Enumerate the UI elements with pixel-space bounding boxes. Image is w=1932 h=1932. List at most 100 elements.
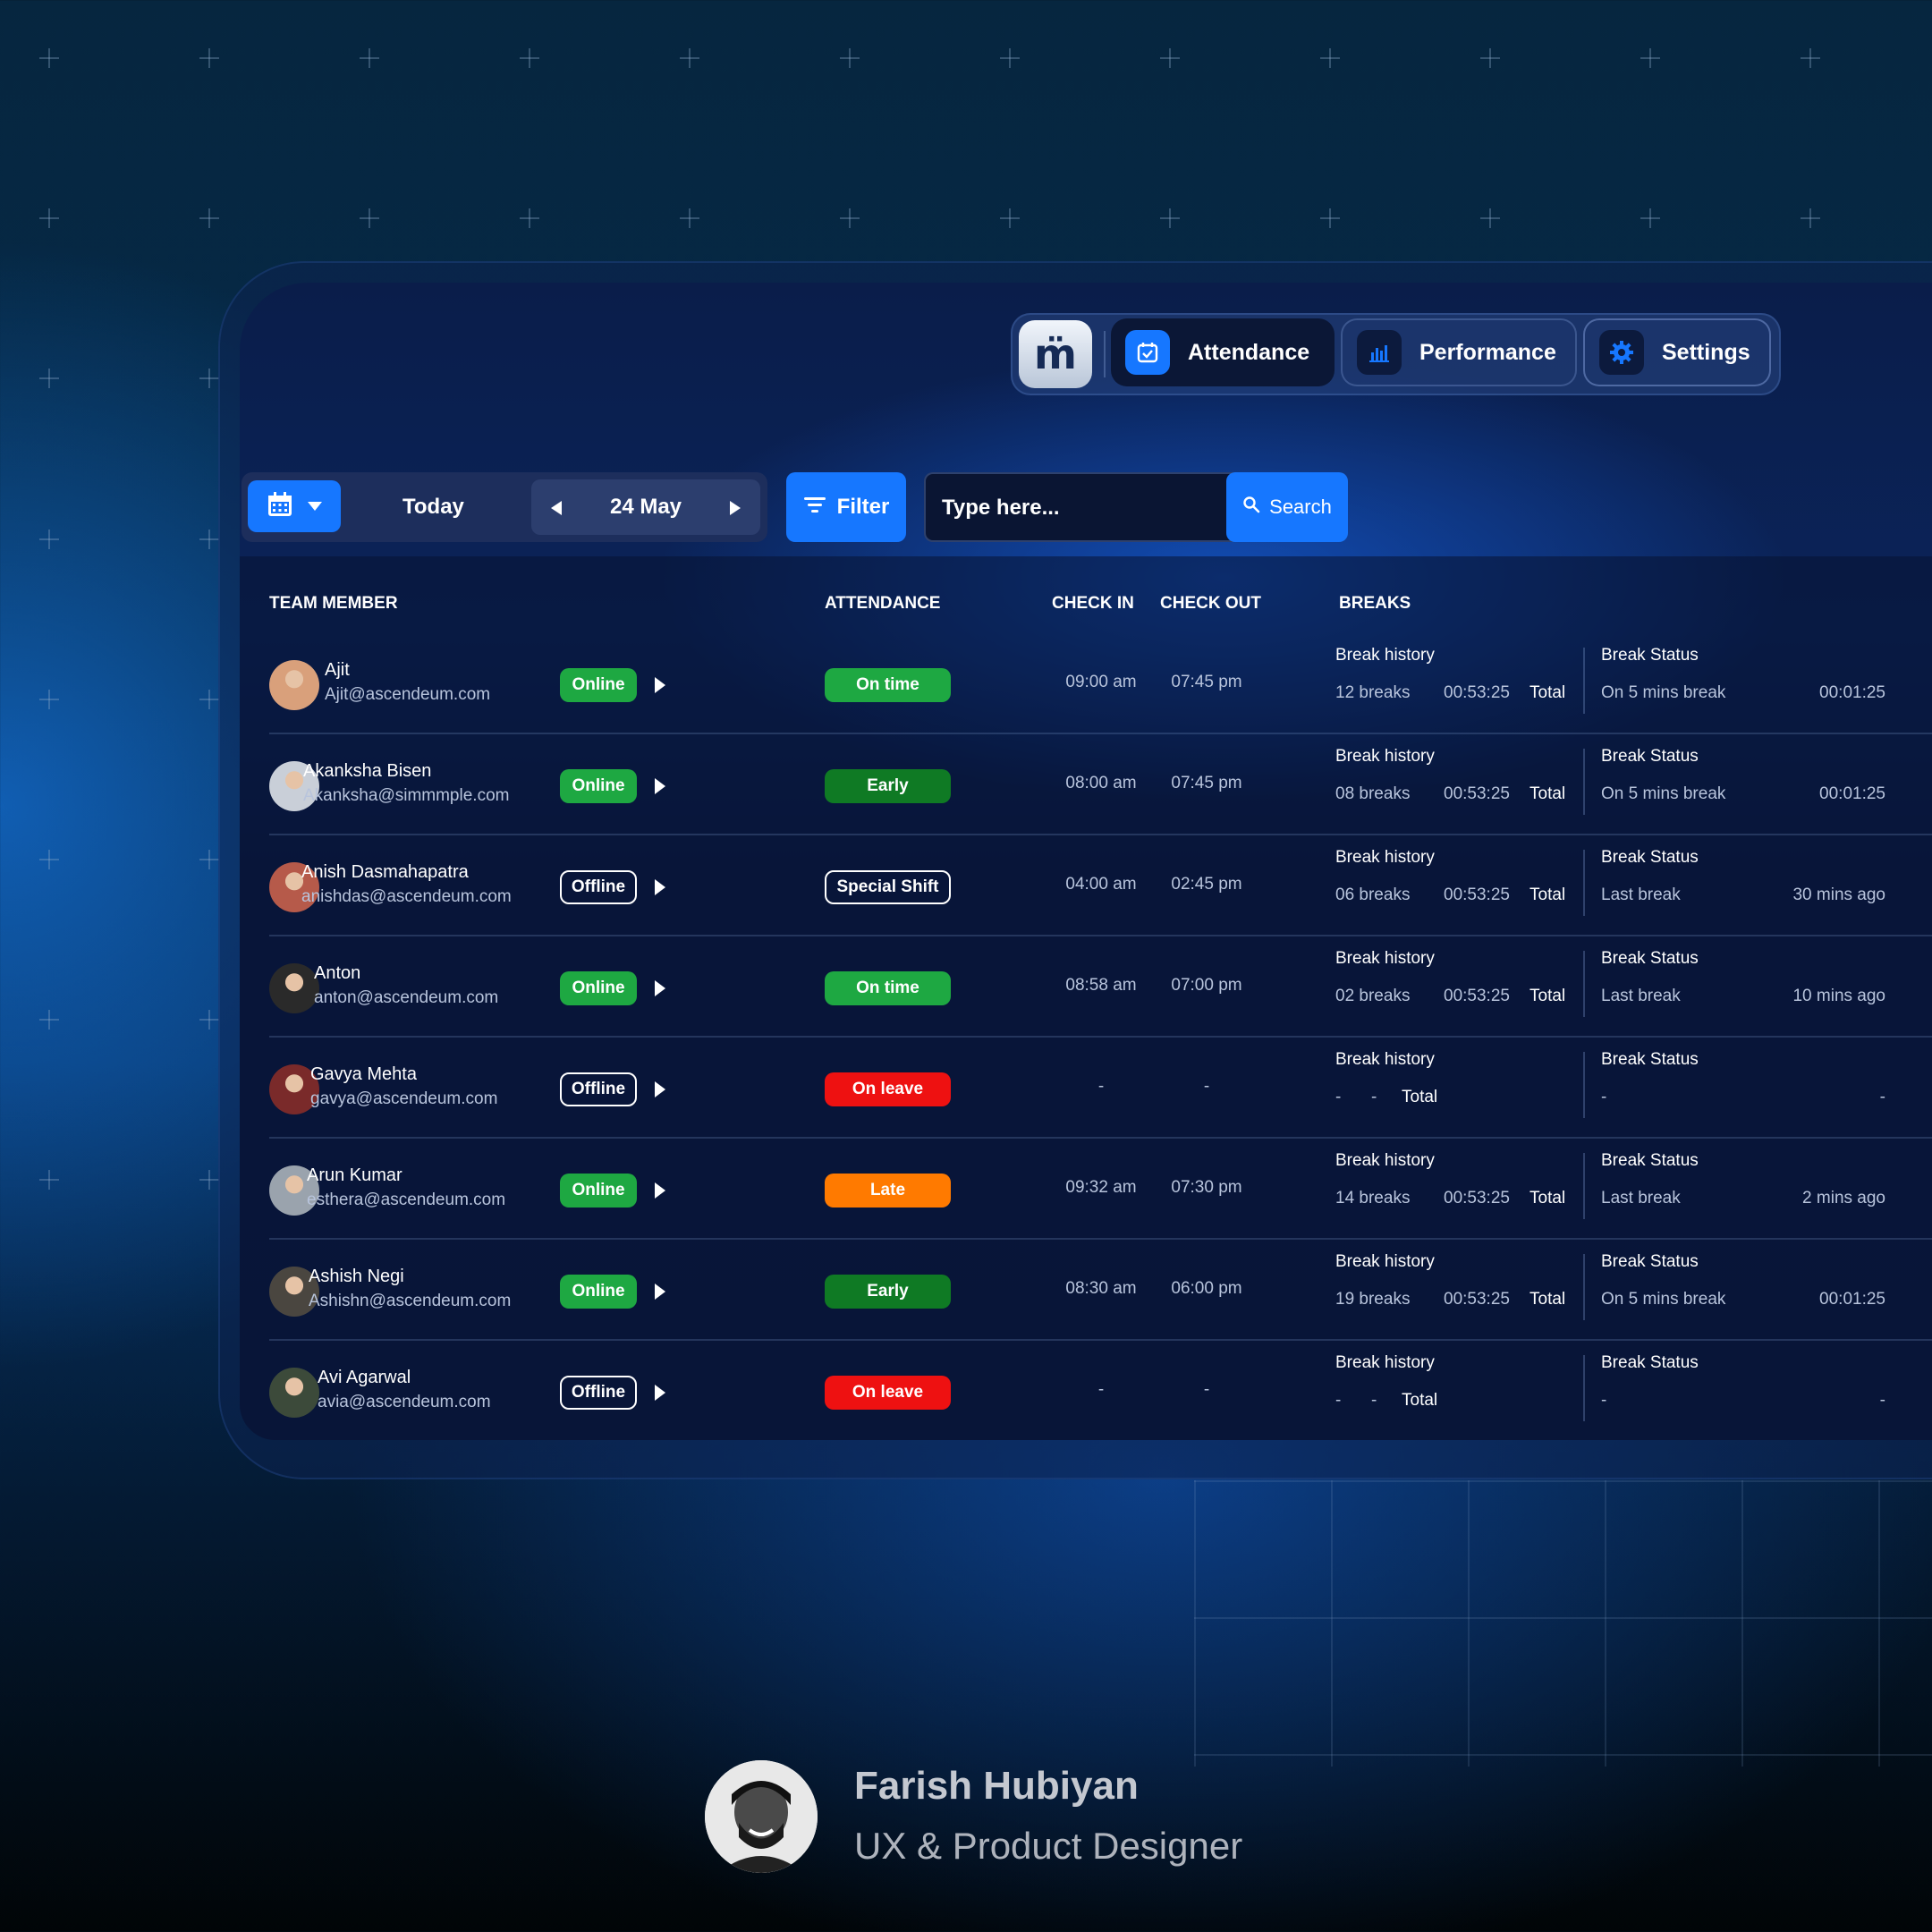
chevron-down-icon (307, 498, 323, 515)
tab-performance[interactable]: Performance (1341, 318, 1577, 386)
table-row[interactable]: Gavya Mehta gavya@ascendeum.com Offline On … (240, 1038, 1932, 1139)
expand-arrow-icon[interactable] (655, 1284, 665, 1300)
check-in-time: 08:58 am (1065, 976, 1137, 995)
presence-status-badge: Online (560, 769, 637, 803)
check-out-time: - (1203, 1077, 1210, 1096)
member-name: Arun Kumar (307, 1165, 402, 1185)
attendance-badge: Early (825, 769, 951, 803)
app-logo[interactable]: m̈ (1019, 320, 1092, 388)
break-count: 06 breaks (1335, 886, 1411, 904)
plus-mark (840, 208, 860, 228)
break-duration: 00:53:25 (1444, 784, 1510, 803)
plus-mark (680, 208, 699, 228)
table-row[interactable]: Akanksha Bisen Akanksha@simmmple.com Onlin… (240, 734, 1932, 835)
search-input[interactable] (940, 474, 1212, 542)
avatar (269, 660, 319, 710)
expand-arrow-icon[interactable] (655, 980, 665, 996)
calendar-dropdown-button[interactable] (248, 480, 341, 532)
avatar (269, 1368, 319, 1418)
plus-mark (199, 1010, 219, 1030)
check-out-time: 07:45 pm (1171, 774, 1242, 792)
member-email: esthera@ascendeum.com (307, 1191, 506, 1209)
break-total-label: Total (1402, 1088, 1438, 1106)
table-row[interactable]: Avi Agarwal avia@ascendeum.com Offline On l… (240, 1341, 1932, 1440)
table-row[interactable]: Arun Kumar esthera@ascendeum.com Online Lat… (240, 1139, 1932, 1240)
table-row[interactable]: Ashish Negi Ashishn@ascendeum.com Online Ea… (240, 1240, 1932, 1341)
member-email: avia@ascendeum.com (318, 1393, 491, 1411)
attendance-badge: On leave (825, 1376, 951, 1410)
member-name: Anton (314, 963, 361, 983)
plus-mark (520, 208, 539, 228)
tab-settings[interactable]: Settings (1583, 318, 1771, 386)
current-date: 24 May (609, 495, 682, 519)
break-status-value: 00:01:25 (1819, 1290, 1885, 1309)
filter-button[interactable]: Filter (786, 472, 906, 542)
plus-mark (199, 850, 219, 869)
check-in-time: 04:00 am (1065, 875, 1137, 894)
plus-mark (39, 530, 59, 549)
table-row[interactable]: Ajit Ajit@ascendeum.com Online On time 09:00… (240, 633, 1932, 734)
break-status-label: Break Status (1601, 747, 1699, 766)
member-email: Ashishn@ascendeum.com (309, 1292, 512, 1310)
break-history-label: Break history (1335, 1252, 1435, 1271)
filter-label: Filter (836, 495, 890, 519)
table-row[interactable]: Anish Dasmahapatra anishdas@ascendeum.com… (240, 835, 1932, 936)
check-in-time: - (1097, 1380, 1105, 1399)
plus-mark (199, 530, 219, 549)
break-count: 02 breaks (1335, 987, 1411, 1005)
plus-mark (39, 850, 59, 869)
expand-arrow-icon[interactable] (655, 879, 665, 895)
presence-status-badge: Offline (560, 1072, 637, 1106)
check-out-time: 02:45 pm (1171, 875, 1242, 894)
plus-mark (39, 690, 59, 709)
break-history-label: Break history (1335, 1353, 1435, 1372)
expand-arrow-icon[interactable] (655, 677, 665, 693)
member-name: Avi Agarwal (318, 1368, 411, 1387)
check-out-time: 07:45 pm (1171, 673, 1242, 691)
break-total-label: Total (1530, 784, 1566, 803)
plus-mark (1801, 48, 1820, 68)
background-grid-lines (1194, 1480, 1932, 1767)
break-divider (1583, 850, 1585, 916)
break-divider (1583, 749, 1585, 815)
table-row[interactable]: Anton anton@ascendeum.com Online On time 08:… (240, 936, 1932, 1038)
check-out-time: 07:30 pm (1171, 1178, 1242, 1197)
date-selector: Today 24 May (242, 472, 767, 542)
search-button[interactable]: Search (1226, 472, 1348, 542)
break-total-label: Total (1530, 987, 1566, 1005)
break-count: - (1335, 1391, 1342, 1410)
expand-arrow-icon[interactable] (655, 1081, 665, 1097)
day-navigator: 24 May (531, 479, 760, 535)
check-out-time: 06:00 pm (1171, 1279, 1242, 1298)
tab-attendance[interactable]: Attendance (1111, 318, 1335, 386)
presence-status-badge: Offline (560, 1376, 637, 1410)
today-button[interactable]: Today (402, 472, 464, 542)
attendance-badge: On time (825, 971, 951, 1005)
break-status-text: Last break (1601, 886, 1681, 904)
header-breaks: BREAKS (1339, 594, 1411, 613)
check-out-time: 07:00 pm (1171, 976, 1242, 995)
break-history-label: Break history (1335, 1050, 1435, 1069)
break-status-label: Break Status (1601, 949, 1699, 968)
plus-mark (1160, 208, 1180, 228)
break-status-label: Break Status (1601, 848, 1699, 867)
member-name: Anish Dasmahapatra (301, 862, 469, 882)
break-total-label: Total (1530, 1189, 1566, 1208)
expand-arrow-icon[interactable] (655, 778, 665, 794)
check-in-time: 09:32 am (1065, 1178, 1137, 1197)
search-icon (1242, 496, 1260, 519)
break-duration: 00:53:25 (1444, 683, 1510, 702)
tab-attendance-label: Attendance (1188, 339, 1310, 365)
break-divider (1583, 1355, 1585, 1421)
plus-mark (1160, 48, 1180, 68)
break-status-text: Last break (1601, 1189, 1681, 1208)
plus-mark (39, 208, 59, 228)
attendance-badge: Special Shift (825, 870, 951, 904)
break-status-text: - (1601, 1088, 1607, 1106)
next-day-icon[interactable] (730, 501, 741, 515)
plus-mark (39, 48, 59, 68)
expand-arrow-icon[interactable] (655, 1182, 665, 1199)
break-status-label: Break Status (1601, 1252, 1699, 1271)
break-status-text: On 5 mins break (1601, 1290, 1726, 1309)
expand-arrow-icon[interactable] (655, 1385, 665, 1401)
